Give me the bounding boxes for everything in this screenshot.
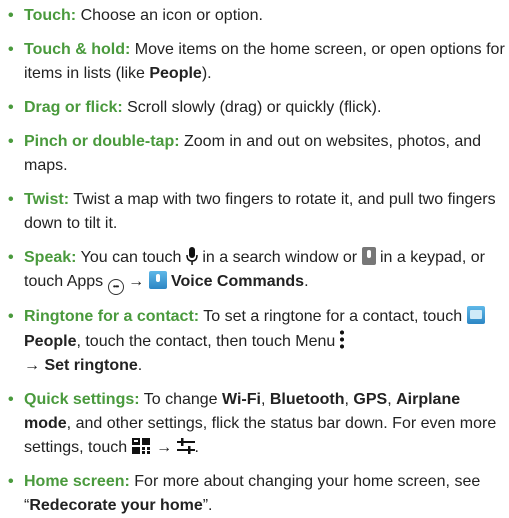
people-label: People	[149, 65, 202, 82]
description: , and other settings, flick the status b…	[24, 415, 497, 456]
bullet: •	[8, 391, 14, 408]
term: Pinch or double-tap:	[24, 133, 180, 150]
redecorate-link-label: Redecorate your home	[29, 497, 203, 514]
bullet: •	[8, 473, 14, 490]
wifi-label: Wi-Fi	[222, 391, 261, 408]
description: Scroll slowly (drag) or quickly (flick).	[122, 99, 382, 116]
apps-icon: •••	[107, 279, 124, 295]
keypad-microphone-icon	[361, 247, 376, 265]
separator: ,	[387, 391, 397, 408]
list-item-touch: • Touch: Choose an icon or option.	[6, 4, 506, 28]
microphone-icon	[186, 247, 198, 265]
description: Choose an icon or option.	[76, 7, 263, 24]
voice-commands-icon	[148, 271, 167, 289]
term: Ringtone for a contact:	[24, 308, 200, 325]
list-item-home-screen: • Home screen: For more about changing y…	[6, 470, 506, 518]
description-end: ”.	[202, 497, 213, 514]
bullet: •	[8, 7, 14, 24]
people-label: People	[24, 333, 77, 350]
bullet: •	[8, 41, 14, 58]
term: Speak:	[24, 249, 77, 266]
arrow: →	[128, 273, 145, 290]
set-ringtone-label: Set ringtone	[44, 357, 138, 374]
description-end: ).	[201, 65, 212, 82]
description: Twist a map with two fingers to rotate i…	[24, 191, 496, 232]
description: in a search window or	[197, 249, 362, 266]
voice-commands-label: Voice Commands	[170, 273, 305, 290]
quick-settings-icon	[131, 438, 150, 454]
bullet: •	[8, 191, 14, 208]
term: Drag or flick:	[24, 99, 123, 116]
bullet: •	[8, 133, 14, 150]
term: Home screen:	[24, 473, 130, 490]
term: Twist:	[24, 191, 70, 208]
description-end: .	[194, 439, 199, 456]
settings-sliders-icon	[176, 438, 195, 454]
description: You can touch	[76, 249, 186, 266]
gps-label: GPS	[353, 391, 388, 408]
arrow: →	[156, 439, 173, 456]
description: , touch the contact, then touch Menu	[76, 333, 340, 350]
description: To change	[139, 391, 223, 408]
bullet: •	[8, 99, 14, 116]
description-end: .	[304, 273, 309, 290]
list-item-touch-hold: • Touch & hold: Move items on the home s…	[6, 38, 506, 86]
term: Quick settings:	[24, 391, 140, 408]
list-item-ringtone: • Ringtone for a contact: To set a ringt…	[6, 305, 506, 378]
separator: ,	[260, 391, 270, 408]
people-icon	[466, 306, 485, 324]
term: Touch:	[24, 7, 77, 24]
list-item-quick-settings: • Quick settings: To change Wi-Fi, Bluet…	[6, 388, 506, 460]
description: To set a ringtone for a contact, touch	[199, 308, 467, 325]
list-item-pinch: • Pinch or double-tap: Zoom in and out o…	[6, 130, 506, 178]
bluetooth-label: Bluetooth	[269, 391, 345, 408]
arrow: →	[24, 357, 40, 374]
bullet: •	[8, 308, 14, 325]
list-item-speak: • Speak: You can touch in a search windo…	[6, 246, 506, 295]
bullet: •	[8, 249, 14, 266]
list-item-drag-flick: • Drag or flick: Scroll slowly (drag) or…	[6, 96, 506, 120]
list-item-twist: • Twist: Twist a map with two fingers to…	[6, 188, 506, 236]
description-end: .	[137, 357, 143, 374]
menu-icon	[339, 329, 344, 351]
gesture-tips-list: • Touch: Choose an icon or option. • Tou…	[6, 0, 506, 518]
term: Touch & hold:	[24, 41, 131, 58]
